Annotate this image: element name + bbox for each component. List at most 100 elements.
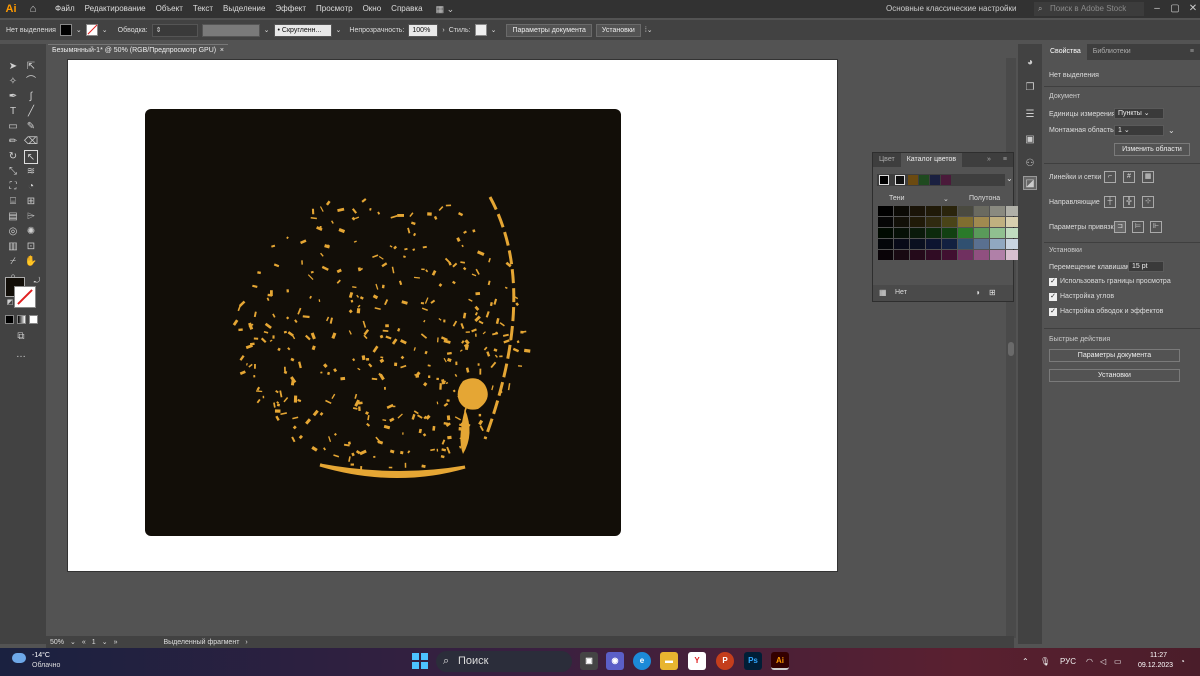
home-icon[interactable]: ⌂ — [22, 0, 44, 18]
symbol-sprayer-tool-icon[interactable]: ✺ — [24, 225, 38, 239]
gradient-tool-icon[interactable]: ▤ — [6, 210, 20, 224]
snap-to-point-icon[interactable]: ⊐ — [1114, 221, 1126, 233]
swatch-cell[interactable] — [910, 250, 925, 260]
document-setup-button[interactable]: Параметры документа — [506, 23, 592, 37]
panel-menu-icon[interactable]: ≡ — [1184, 44, 1200, 60]
swatches-panel-icon[interactable]: ◪ — [1023, 176, 1037, 190]
eraser-tool-icon[interactable]: ⌫ — [24, 135, 38, 149]
swatch-cell[interactable] — [990, 228, 1005, 238]
illustrator-icon[interactable]: Ai — [771, 652, 789, 670]
color-mode-icon[interactable] — [5, 315, 14, 324]
direct-select-active-icon[interactable]: ↖ — [24, 150, 38, 164]
preview-bounds-checkbox[interactable]: ✓ — [1049, 278, 1057, 286]
workspace-switcher[interactable]: Основные классические настройки ⌄ — [880, 2, 1024, 27]
swatch-navy[interactable] — [930, 175, 940, 185]
chevron-down-icon[interactable]: ⌄ — [1168, 126, 1175, 135]
file-explorer-icon[interactable]: ▬ — [660, 652, 678, 670]
maximize-icon[interactable]: ▢ — [1166, 0, 1184, 18]
menu-type[interactable]: Текст — [188, 0, 218, 18]
input-language[interactable]: РУС — [1060, 648, 1076, 676]
vertical-scrollbar[interactable] — [1006, 58, 1016, 638]
new-swatch-icon[interactable]: ⊞ — [989, 288, 996, 297]
library-icon[interactable]: ▦ — [879, 288, 887, 297]
swatch-cell[interactable] — [878, 250, 893, 260]
hand-tool-icon[interactable]: ✋ — [24, 255, 38, 269]
swatch-plum[interactable] — [941, 175, 951, 185]
stock-search-input[interactable]: ⌕ Поиск в Adobe Stock — [1034, 2, 1144, 16]
swatch-cell[interactable] — [926, 250, 941, 260]
artboard-number[interactable]: 1 — [92, 639, 96, 646]
swatch-cell[interactable] — [974, 228, 989, 238]
swatch-cell[interactable] — [894, 206, 909, 216]
qa-document-setup-button[interactable]: Параметры документа — [1049, 349, 1180, 362]
more-tools-icon[interactable]: … — [14, 348, 28, 362]
swatch-cell[interactable] — [974, 206, 989, 216]
microphone-icon[interactable]: 🎙 — [1040, 648, 1050, 676]
swatch-cell[interactable] — [878, 206, 893, 216]
clock-time[interactable]: 11:27 — [1150, 652, 1167, 659]
photoshop-icon[interactable]: Ps — [744, 652, 762, 670]
swatch-cell[interactable] — [942, 228, 957, 238]
swatch-cell[interactable] — [958, 228, 973, 238]
smart-guides-icon[interactable]: ⊹ — [1142, 196, 1154, 208]
artboard-select[interactable]: 1 ⌄ — [1114, 125, 1164, 136]
stroke-color-box[interactable] — [14, 286, 36, 308]
opacity-field[interactable]: 100% — [408, 23, 439, 37]
swatch-cell[interactable] — [926, 217, 941, 227]
chevron-down-icon[interactable]: ⌄ — [102, 26, 108, 34]
scale-strokes-checkbox[interactable]: ✓ — [1049, 308, 1057, 316]
mesh-tool-icon[interactable]: ⊞ — [24, 195, 38, 209]
paintbrush-tool-icon[interactable]: ✎ — [24, 120, 38, 134]
swatch-cell[interactable] — [958, 239, 973, 249]
rotate-tool-icon[interactable]: ↻ — [6, 150, 20, 164]
minimize-icon[interactable]: – — [1148, 0, 1166, 18]
swatch-green[interactable] — [919, 175, 929, 185]
edit-artboards-button[interactable]: Изменить области — [1114, 143, 1190, 156]
magic-wand-tool-icon[interactable]: ✧ — [6, 75, 20, 89]
scale-tool-icon[interactable]: ⤡ — [6, 165, 20, 179]
artwork-background[interactable] — [145, 109, 621, 536]
appearance-panel-icon[interactable]: ⚇ — [1023, 157, 1037, 171]
edge-icon[interactable]: e — [633, 652, 651, 670]
swatch-cell[interactable] — [958, 250, 973, 260]
scale-corners-checkbox[interactable]: ✓ — [1049, 293, 1057, 301]
swatch-cell[interactable] — [974, 239, 989, 249]
tab-libraries[interactable]: Библиотеки — [1087, 44, 1137, 60]
task-view-icon[interactable]: ▣ — [580, 652, 598, 670]
previous-artboard-icon[interactable]: « — [82, 639, 86, 646]
notification-bell-icon[interactable]: ◔ — [1180, 648, 1185, 676]
menu-effect[interactable]: Эффект — [270, 0, 311, 18]
swatch-cell[interactable] — [942, 250, 957, 260]
chevron-down-icon[interactable]: ⌄ — [1006, 174, 1013, 183]
align-panel-icon[interactable]: ☰ — [1023, 108, 1037, 122]
snap-to-pixel-icon[interactable]: ⊨ — [1132, 221, 1144, 233]
swatch-cell[interactable] — [974, 250, 989, 260]
next-artboard-icon[interactable]: » — [114, 639, 118, 646]
blend-tool-icon[interactable]: ◎ — [6, 225, 20, 239]
curvature-tool-icon[interactable]: ∫ — [24, 90, 38, 104]
brush-definition-field[interactable]: • Скругленн... — [273, 23, 332, 37]
lasso-tool-icon[interactable]: ⌒ — [24, 75, 38, 89]
wifi-icon[interactable]: ◠ — [1086, 648, 1093, 676]
chevron-down-icon[interactable]: ⌄ — [491, 26, 497, 34]
menu-object[interactable]: Объект — [151, 0, 188, 18]
clock-date[interactable]: 09.12.2023 — [1138, 662, 1173, 669]
rectangle-tool-icon[interactable]: ▭ — [6, 120, 20, 134]
shaper-tool-icon[interactable]: ✏ — [6, 135, 20, 149]
teams-icon[interactable]: ◉ — [606, 652, 624, 670]
artboard-tool-icon[interactable]: ⊡ — [24, 240, 38, 254]
chevron-down-icon[interactable]: ⌄ — [336, 26, 342, 34]
swatch-cell[interactable] — [990, 239, 1005, 249]
grid-icon[interactable]: # — [1123, 171, 1135, 183]
swatch-cell[interactable] — [942, 217, 957, 227]
artwork-illustration[interactable] — [145, 109, 621, 536]
guides-show-icon[interactable]: ┼ — [1104, 196, 1116, 208]
chevron-right-icon[interactable]: › — [245, 639, 247, 646]
transparency-panel-icon[interactable]: ▣ — [1023, 133, 1037, 147]
keyboard-increment-field[interactable]: 15 pt — [1128, 261, 1164, 272]
swatch-cell[interactable] — [926, 228, 941, 238]
transparency-grid-icon[interactable]: ▦ — [1142, 171, 1154, 183]
swatch-brown[interactable] — [908, 175, 918, 185]
close-window-icon[interactable]: ✕ — [1184, 0, 1200, 18]
swatch-cell[interactable] — [942, 239, 957, 249]
